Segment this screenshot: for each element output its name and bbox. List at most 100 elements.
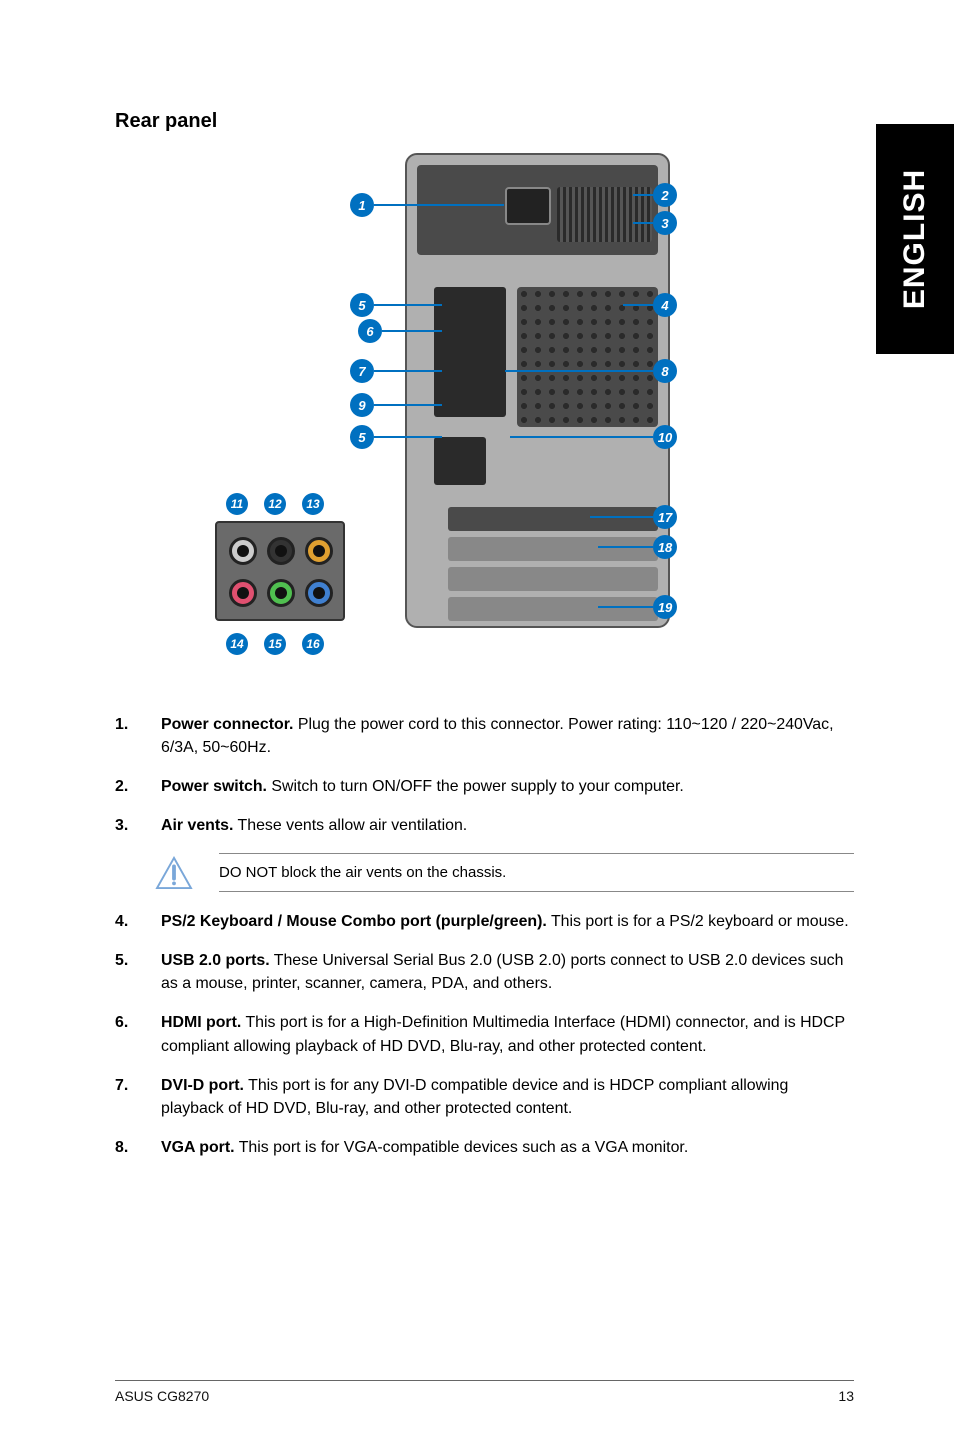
callout-number: 8	[653, 359, 677, 383]
callout-number: 5	[350, 293, 374, 317]
list-term: USB 2.0 ports.	[161, 952, 270, 969]
list-text: DVI-D port. This port is for any DVI-D c…	[161, 1074, 854, 1120]
audio-jacks-zoom	[215, 521, 345, 621]
list-term: Power connector.	[161, 716, 293, 733]
callout-2: 2	[633, 183, 677, 207]
list-item: 8. VGA port. This port is for VGA-compat…	[115, 1136, 854, 1159]
callout-lead	[505, 370, 653, 372]
callout-12: 12	[264, 493, 286, 515]
callout-number: 17	[653, 505, 677, 529]
list-text: PS/2 Keyboard / Mouse Combo port (purple…	[161, 910, 854, 933]
jack-line-out	[267, 579, 295, 607]
callout-number: 10	[653, 425, 677, 449]
description-list-2: 4. PS/2 Keyboard / Mouse Combo port (pur…	[115, 910, 854, 1159]
jack-line-in	[305, 579, 333, 607]
footer-product: ASUS CG8270	[115, 1388, 209, 1404]
callout-number: 4	[653, 293, 677, 317]
callout-6: 6	[358, 319, 442, 343]
caution-text: DO NOT block the air vents on the chassi…	[219, 853, 854, 892]
list-desc: This port is for a PS/2 keyboard or mous…	[547, 913, 849, 930]
callout-lead	[374, 436, 442, 438]
power-connector-graphic	[505, 187, 551, 225]
list-item: 7. DVI-D port. This port is for any DVI-…	[115, 1074, 854, 1120]
list-term: Air vents.	[161, 817, 233, 834]
callout-lead	[374, 304, 442, 306]
jack-rear-speaker-out	[267, 537, 295, 565]
list-desc: This port is for a High-Definition Multi…	[161, 1014, 845, 1054]
list-term: Power switch.	[161, 778, 267, 795]
page-footer: ASUS CG8270 13	[115, 1380, 854, 1404]
io-panel-graphic	[434, 287, 506, 417]
callout-5b: 5	[350, 425, 442, 449]
list-number: 7.	[115, 1074, 137, 1120]
list-desc: This port is for VGA-compatible devices …	[235, 1139, 689, 1156]
list-item: 2. Power switch. Switch to turn ON/OFF t…	[115, 775, 854, 798]
callout-lead	[510, 436, 653, 438]
callout-10: 10	[510, 425, 677, 449]
callout-number: 5	[350, 425, 374, 449]
list-number: 3.	[115, 814, 137, 837]
callout-14: 14	[226, 633, 248, 655]
callout-lead	[633, 194, 653, 196]
list-number: 4.	[115, 910, 137, 933]
callout-lead	[623, 304, 653, 306]
callout-11: 11	[226, 493, 248, 515]
callout-1: 1	[350, 193, 504, 217]
list-text: USB 2.0 ports. These Universal Serial Bu…	[161, 949, 854, 995]
callout-8: 8	[505, 359, 677, 383]
callout-9: 9	[350, 393, 442, 417]
list-term: PS/2 Keyboard / Mouse Combo port (purple…	[161, 913, 547, 930]
list-text: Power switch. Switch to turn ON/OFF the …	[161, 775, 854, 798]
list-text: VGA port. This port is for VGA-compatibl…	[161, 1136, 854, 1159]
caution-note: DO NOT block the air vents on the chassi…	[155, 853, 854, 892]
jack-center-subwoofer	[305, 537, 333, 565]
callout-lead	[633, 222, 653, 224]
list-term: DVI-D port.	[161, 1077, 244, 1094]
caution-icon	[155, 856, 193, 890]
callout-16: 16	[302, 633, 324, 655]
jack-mic-in	[229, 579, 257, 607]
callout-4: 4	[623, 293, 677, 317]
callout-number: 1	[350, 193, 374, 217]
list-item: 1. Power connector. Plug the power cord …	[115, 713, 854, 759]
list-text: Power connector. Plug the power cord to …	[161, 713, 854, 759]
callout-19: 19	[598, 595, 677, 619]
callout-lead	[598, 606, 653, 608]
callout-lead	[382, 330, 442, 332]
list-text: Air vents. These vents allow air ventila…	[161, 814, 854, 837]
jack-side-speaker-out	[229, 537, 257, 565]
list-number: 5.	[115, 949, 137, 995]
callout-lead	[590, 516, 653, 518]
callout-number: 9	[350, 393, 374, 417]
callout-13: 13	[302, 493, 324, 515]
callout-number: 18	[653, 535, 677, 559]
list-item: 3. Air vents. These vents allow air vent…	[115, 814, 854, 837]
callout-number: 19	[653, 595, 677, 619]
callout-15: 15	[264, 633, 286, 655]
list-desc: This port is for any DVI-D compatible de…	[161, 1077, 788, 1117]
callout-lead	[374, 370, 442, 372]
list-term: VGA port.	[161, 1139, 235, 1156]
list-item: 4. PS/2 Keyboard / Mouse Combo port (pur…	[115, 910, 854, 933]
callout-3: 3	[633, 211, 677, 235]
list-term: HDMI port.	[161, 1014, 241, 1031]
callout-lead	[374, 204, 504, 206]
callout-lead	[598, 546, 653, 548]
callout-number: 2	[653, 183, 677, 207]
footer-page-number: 13	[838, 1388, 854, 1404]
list-text: HDMI port. This port is for a High-Defin…	[161, 1011, 854, 1057]
callout-18: 18	[598, 535, 677, 559]
callout-number: 6	[358, 319, 382, 343]
callout-17: 17	[590, 505, 677, 529]
callout-number: 3	[653, 211, 677, 235]
list-desc: These vents allow air ventilation.	[233, 817, 467, 834]
callout-lead	[374, 404, 442, 406]
description-list-1: 1. Power connector. Plug the power cord …	[115, 713, 854, 837]
pci-slot-2	[448, 567, 658, 591]
section-heading: Rear panel	[115, 110, 854, 133]
list-number: 2.	[115, 775, 137, 798]
list-item: 5. USB 2.0 ports. These Universal Serial…	[115, 949, 854, 995]
list-number: 8.	[115, 1136, 137, 1159]
rear-panel-diagram: 1 5 6 7 9 5 2 3	[170, 153, 870, 683]
callout-5a: 5	[350, 293, 442, 317]
